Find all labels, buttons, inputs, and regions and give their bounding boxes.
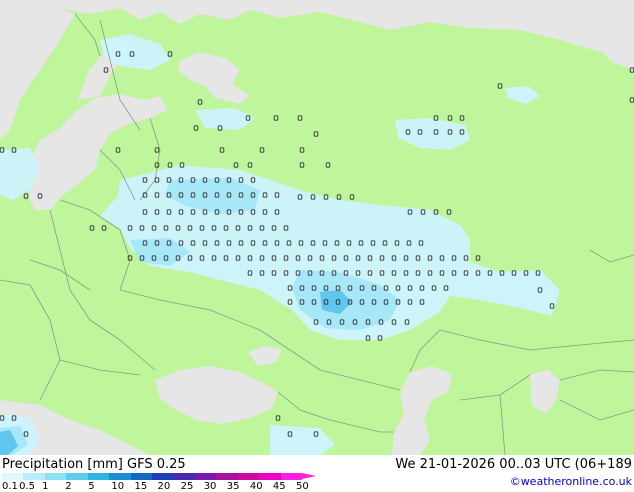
color-scale-swatch bbox=[259, 473, 282, 480]
color-scale-swatch bbox=[23, 473, 46, 480]
color-scale-swatch bbox=[44, 473, 67, 480]
color-scale-tick-label: 0.5 bbox=[19, 481, 35, 492]
color-scale-tick-label: 30 bbox=[203, 481, 217, 492]
color-scale-tick-label: 20 bbox=[157, 481, 171, 492]
color-scale-tick-label: 1 bbox=[42, 481, 49, 492]
map-title: Precipitation [mm] GFS 0.25 bbox=[2, 457, 186, 472]
color-scale-swatch bbox=[130, 473, 153, 480]
map-canvas bbox=[0, 0, 634, 455]
map-footer: Precipitation [mm] GFS 0.25 We 21-01-202… bbox=[0, 455, 634, 492]
credit-link[interactable]: ©weatheronline.co.uk bbox=[510, 475, 632, 488]
color-scale-tick-label: 15 bbox=[134, 481, 148, 492]
precipitation-map bbox=[0, 0, 634, 455]
color-scale-swatch bbox=[280, 473, 303, 480]
color-scale-swatch bbox=[66, 473, 89, 480]
color-scale-tick-label: 5 bbox=[88, 481, 95, 492]
color-scale-swatch bbox=[194, 473, 217, 480]
color-scale-tick-label: 50 bbox=[296, 481, 309, 492]
color-scale-bar bbox=[2, 473, 322, 480]
color-scale-tick-label: 35 bbox=[226, 481, 240, 492]
color-scale-swatch bbox=[173, 473, 196, 480]
color-scale-swatch bbox=[216, 473, 239, 480]
color-scale-legend: 0.1 0.5 1 2 5 10 15 20 25 30 35 40 45 50 bbox=[2, 473, 322, 492]
color-scale-swatch bbox=[109, 473, 132, 480]
color-scale-tick-label: 0.1 bbox=[2, 481, 18, 492]
color-scale-tick-label: 10 bbox=[111, 481, 125, 492]
color-scale-tick-label: 45 bbox=[272, 481, 286, 492]
color-scale-arrow bbox=[302, 473, 316, 479]
color-scale-swatch bbox=[2, 473, 24, 480]
valid-time-label: We 21-01-2026 00..03 UTC (06+189 bbox=[395, 457, 632, 472]
color-scale-swatch bbox=[237, 473, 260, 480]
color-scale-tick-label: 25 bbox=[180, 481, 194, 492]
color-scale-swatch bbox=[152, 473, 174, 480]
color-scale-tick-label: 2 bbox=[65, 481, 72, 492]
color-scale-swatch bbox=[87, 473, 110, 480]
color-scale-tick-label: 40 bbox=[249, 481, 263, 492]
